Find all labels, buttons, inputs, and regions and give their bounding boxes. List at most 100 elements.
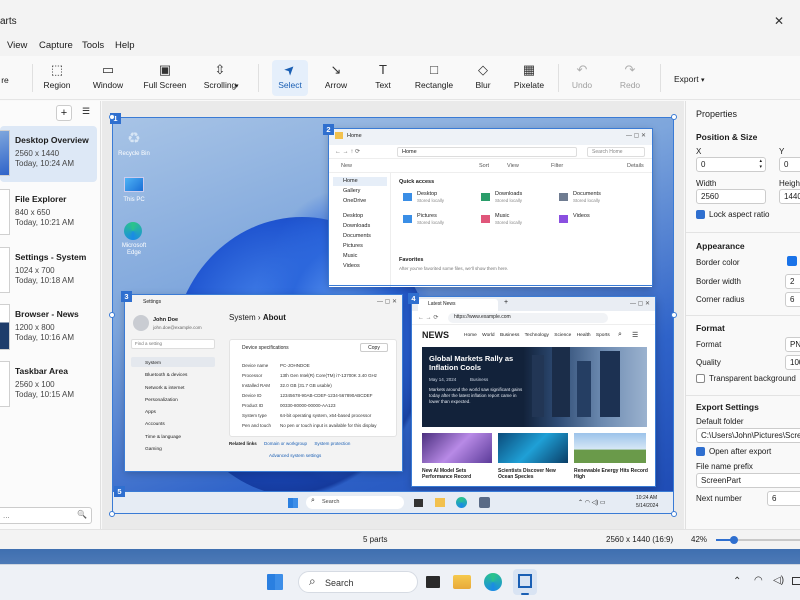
menu-capture[interactable]: Capture xyxy=(39,40,73,51)
text-tool-button[interactable]: T Text xyxy=(370,60,396,96)
undo-button[interactable]: ↶ Undo xyxy=(570,60,594,96)
text-icon: T xyxy=(379,62,387,77)
part-name: Settings - System xyxy=(15,252,87,262)
wifi-icon[interactable]: ◠ xyxy=(754,575,763,586)
section-format: Format xyxy=(696,323,725,333)
part-outline-taskbar[interactable] xyxy=(112,491,674,514)
toolbar: re ⬚ Region ▭ Window ▣ Full Screen ⇳ Scrolli… xyxy=(0,56,800,100)
part-name: File Explorer xyxy=(15,194,67,204)
part-item-taskbar-area[interactable]: Taskbar Area 2560 x 100 Today, 10:15 AM xyxy=(0,357,97,413)
open-after-label: Open after export xyxy=(709,447,772,456)
screenparts-app-window: arts ✕ View Capture Tools Help re ⬚ Regio… xyxy=(0,0,800,549)
resize-handle[interactable] xyxy=(109,312,115,318)
active-indicator xyxy=(521,593,529,595)
part-thumbnail xyxy=(0,304,10,350)
corner-radius-input[interactable]: 6 xyxy=(785,292,800,307)
part-outline-settings[interactable] xyxy=(124,294,403,472)
part-dimensions: 2560 x 1440 xyxy=(15,149,60,158)
list-view-icon[interactable]: ☰ xyxy=(82,106,90,117)
screenparts-taskbar-icon[interactable] xyxy=(513,569,537,595)
resize-handle[interactable] xyxy=(109,114,115,120)
select-tool-button[interactable]: ➤ Select xyxy=(272,60,308,96)
parts-pane: + ☰ Desktop Overview 2560 x 1440 Today, … xyxy=(0,101,101,529)
default-folder-input[interactable]: C:\Users\John\Pictures\ScreenParts xyxy=(696,428,800,443)
pixelate-tool-button[interactable]: ▦ Pixelate xyxy=(512,60,546,96)
stepper-icon[interactable]: ▴ ▾ xyxy=(759,158,762,170)
window-button[interactable]: ▭ Window xyxy=(88,60,128,96)
menu-help[interactable]: Help xyxy=(115,40,135,51)
resize-handle[interactable] xyxy=(671,114,677,120)
task-view-icon[interactable] xyxy=(426,576,440,588)
part-item-browser-news[interactable]: Browser - News 1200 x 800 Today, 10:16 A… xyxy=(0,300,97,356)
edge-taskbar-icon[interactable] xyxy=(484,573,502,591)
windows-start-icon[interactable] xyxy=(267,574,283,590)
file-prefix-value: ScreenPart xyxy=(701,476,742,485)
close-icon[interactable]: ✕ xyxy=(774,14,784,28)
height-label: Height xyxy=(779,179,800,188)
taskbar-search-label: Search xyxy=(325,578,354,588)
file-explorer-taskbar-icon[interactable] xyxy=(453,575,471,589)
format-select[interactable]: PNG xyxy=(785,337,800,352)
parts-search-input[interactable]: ... 🔍 xyxy=(0,507,92,524)
zoom-slider-track[interactable] xyxy=(716,536,800,544)
part-time: Today, 10:21 AM xyxy=(15,218,74,227)
scrolling-button[interactable]: ⇳ Scrolling ▾ xyxy=(197,60,243,96)
file-prefix-input[interactable]: ScreenPart xyxy=(696,473,800,488)
part-outline-browser[interactable] xyxy=(411,296,656,487)
volume-icon[interactable]: ◁) xyxy=(773,575,784,586)
y-label: Y xyxy=(779,147,785,156)
taskbar-search-box[interactable]: ⌕ Search xyxy=(298,571,418,593)
resize-handle[interactable] xyxy=(671,312,677,318)
blur-tool-button[interactable]: ◇ Blur xyxy=(470,60,496,96)
part-item-settings-system[interactable]: Settings - System 1024 x 700 Today, 10:1… xyxy=(0,243,97,299)
part-time: Today, 10:15 AM xyxy=(15,390,74,399)
scrolling-label: Scrolling xyxy=(203,80,237,90)
y-input[interactable]: 0 xyxy=(779,157,800,172)
next-number-input[interactable]: 6 xyxy=(767,491,800,506)
region-button[interactable]: ⬚ Region xyxy=(40,60,74,96)
redo-button[interactable]: ↷ Redo xyxy=(618,60,642,96)
crop-icon xyxy=(518,574,532,588)
quality-input[interactable]: 100% xyxy=(785,355,800,370)
window-label: Window xyxy=(92,80,124,90)
export-label: Export xyxy=(674,74,699,84)
part-item-file-explorer[interactable]: File Explorer 840 x 650 Today, 10:21 AM xyxy=(0,185,97,241)
next-number-value: 6 xyxy=(772,494,777,503)
lock-aspect-checkbox[interactable] xyxy=(696,210,705,219)
x-input[interactable]: 0 ▴ ▾ xyxy=(696,157,766,172)
parts-count: 5 parts xyxy=(363,535,388,544)
x-value: 0 xyxy=(701,160,706,169)
default-folder-value: C:\Users\John\Pictures\ScreenParts xyxy=(701,431,800,440)
add-part-button[interactable]: + xyxy=(56,105,72,121)
height-input[interactable]: 1440 xyxy=(779,189,800,204)
part-badge: 3 xyxy=(121,291,132,302)
battery-icon[interactable] xyxy=(792,577,800,585)
border-color-swatch[interactable] xyxy=(787,256,797,266)
part-item-desktop-overview[interactable]: Desktop Overview 2560 x 1440 Today, 10:2… xyxy=(0,126,97,182)
chevron-up-icon[interactable]: ⌃ xyxy=(733,576,741,587)
redo-label: Redo xyxy=(619,80,641,90)
rectangle-tool-button[interactable]: □ Rectangle xyxy=(414,60,454,96)
open-after-checkbox[interactable] xyxy=(696,447,705,456)
part-outline-explorer[interactable] xyxy=(328,128,653,286)
pixelate-label: Pixelate xyxy=(513,80,545,90)
menu-view[interactable]: View xyxy=(7,40,27,51)
border-width-input[interactable]: 2 xyxy=(785,274,800,289)
resize-handle[interactable] xyxy=(671,511,677,517)
text-label: Text xyxy=(375,80,391,90)
divider xyxy=(686,395,800,396)
menu-tools[interactable]: Tools xyxy=(82,40,104,51)
search-icon[interactable]: 🔍 xyxy=(77,510,87,519)
width-input[interactable]: 2560 xyxy=(696,189,766,204)
zoom-slider-thumb[interactable] xyxy=(730,536,738,544)
search-icon: ⌕ xyxy=(309,574,316,588)
resize-handle[interactable] xyxy=(109,511,115,517)
width-label: Width xyxy=(696,179,717,188)
arrow-tool-button[interactable]: ↘ Arrow xyxy=(320,60,352,96)
arrow-label: Arrow xyxy=(324,80,348,90)
transparent-bg-checkbox[interactable] xyxy=(696,374,705,383)
divider xyxy=(686,232,800,233)
menu-bar: View Capture Tools Help xyxy=(0,36,800,56)
fullscreen-button[interactable]: ▣ Full Screen xyxy=(142,60,188,96)
part-dimensions: 1200 x 800 xyxy=(15,323,55,332)
